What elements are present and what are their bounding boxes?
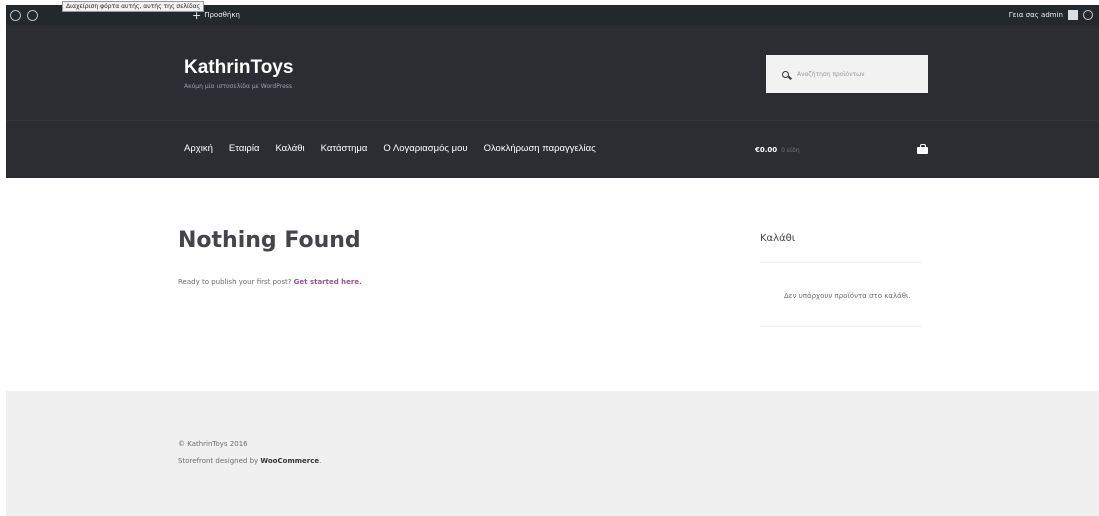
admin-bar: Διαχείριση φόρτα αυτής, αυτής της σελίδα… xyxy=(6,1,1099,25)
shopping-basket-icon[interactable] xyxy=(917,144,928,154)
widget-divider-top xyxy=(760,262,922,263)
woocommerce-link[interactable]: WooCommerce xyxy=(260,457,319,465)
account-greeting[interactable]: Γεια σας admin xyxy=(1009,11,1063,19)
footer-credit: Storefront designed by WooCommerce. xyxy=(178,457,321,465)
widget-divider-bottom xyxy=(760,326,922,327)
no-posts-message: Ready to publish your first post? Get st… xyxy=(178,278,362,286)
nav-item-shop[interactable]: Κατάστημα xyxy=(321,143,368,154)
primary-navigation: Αρχική Εταιρία Καλάθι Κατάστημα Ο Λογαρι… xyxy=(184,143,596,154)
admin-search-icon[interactable] xyxy=(1083,10,1093,20)
customize-tooltip: Διαχείριση φόρτα αυτής, αυτής της σελίδα… xyxy=(62,1,205,12)
footer-credit-prefix: Storefront designed by xyxy=(178,457,259,465)
avatar[interactable] xyxy=(1068,10,1078,20)
site-header: KathrinToys Ακόμη μία ιστοσελίδα με Word… xyxy=(6,25,1099,178)
cart-total-amount: €0.00 xyxy=(755,146,778,154)
search-placeholder: Αναζήτηση προϊόντων xyxy=(797,70,865,78)
header-cart-link[interactable]: €0.00 0 είδη xyxy=(755,146,800,154)
cart-empty-message: Δεν υπάρχουν προϊόντα στο καλάθι. xyxy=(784,292,911,300)
nav-divider xyxy=(6,120,1099,121)
footer-credit-suffix: . xyxy=(319,457,322,465)
admin-bar-left: Διαχείριση φόρτα αυτής, αυτής της σελίδα… xyxy=(10,1,240,25)
footer-copyright: © KathrinToys 2016 xyxy=(178,440,248,448)
product-search-input[interactable]: Αναζήτηση προϊόντων xyxy=(766,55,928,93)
cart-widget-title: Καλάθι xyxy=(760,233,796,244)
site-home-icon[interactable] xyxy=(27,9,38,21)
get-started-link[interactable]: Get started here. xyxy=(294,278,362,286)
wordpress-icon[interactable] xyxy=(10,9,21,21)
site-title[interactable]: KathrinToys xyxy=(184,57,293,79)
nav-item-home[interactable]: Αρχική xyxy=(184,143,213,154)
search-icon xyxy=(782,70,789,78)
admin-bar-right: Γεια σας admin xyxy=(1009,5,1093,25)
cart-item-count: 0 είδη xyxy=(781,147,800,154)
new-content-label: Προσθήκη xyxy=(204,11,240,19)
page-title: Nothing Found xyxy=(178,228,361,253)
site-description: Ακόμη μία ιστοσελίδα με WordPress xyxy=(184,83,293,90)
nav-item-cart[interactable]: Καλάθι xyxy=(275,143,304,154)
nav-item-my-account[interactable]: Ο Λογαριασμός μου xyxy=(383,143,467,154)
no-posts-text: Ready to publish your first post? xyxy=(178,278,292,286)
nav-item-company[interactable]: Εταιρία xyxy=(229,143,260,154)
site-footer: © KathrinToys 2016 Storefront designed b… xyxy=(6,391,1099,516)
nav-item-checkout[interactable]: Ολοκλήρωση παραγγελίας xyxy=(484,143,596,154)
